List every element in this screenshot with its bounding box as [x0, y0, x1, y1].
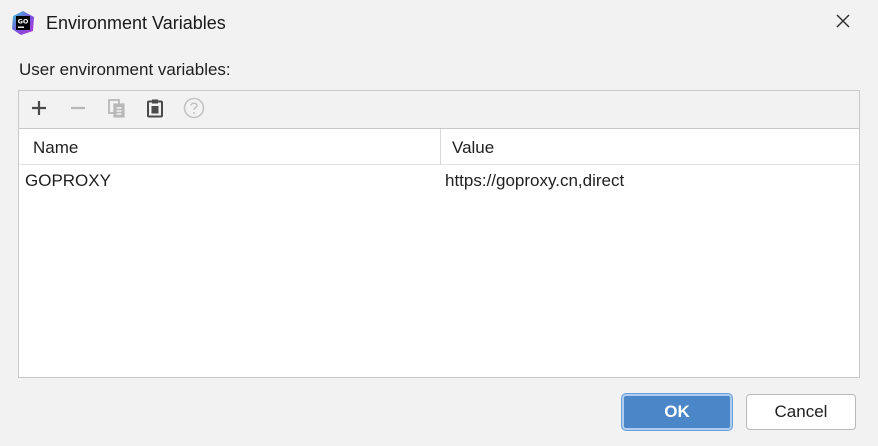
table-header: Name Value	[19, 129, 859, 165]
help-button[interactable]	[182, 97, 206, 124]
column-header-value[interactable]: Value	[452, 138, 494, 158]
column-header-name[interactable]: Name	[33, 138, 78, 158]
column-divider[interactable]	[440, 129, 441, 165]
remove-button[interactable]	[66, 98, 90, 122]
copy-button[interactable]	[105, 98, 129, 122]
cell-variable-value[interactable]: https://goproxy.cn,direct	[445, 171, 624, 191]
goland-app-icon: GO	[11, 11, 35, 35]
add-button[interactable]	[27, 98, 51, 122]
table-row[interactable]: GOPROXY https://goproxy.cn,direct	[19, 165, 859, 199]
title-bar: GO Environment Variables	[0, 0, 878, 46]
app-icon-text: GO	[18, 18, 29, 26]
close-icon	[835, 13, 851, 34]
section-label: User environment variables:	[19, 60, 231, 79]
plus-icon	[30, 99, 48, 122]
copy-icon	[107, 98, 127, 123]
close-button[interactable]	[826, 6, 860, 40]
cell-variable-name[interactable]: GOPROXY	[25, 171, 111, 191]
paste-icon	[145, 98, 165, 123]
environment-variables-dialog: GO Environment Variables User environmen…	[0, 0, 878, 446]
table-toolbar	[19, 91, 859, 129]
env-vars-panel: Name Value GOPROXY https://goproxy.cn,di…	[18, 90, 860, 378]
ok-button[interactable]: OK	[622, 394, 732, 430]
cancel-button[interactable]: Cancel	[746, 394, 856, 430]
paste-button[interactable]	[143, 98, 167, 122]
minus-icon	[69, 99, 87, 122]
window-title: Environment Variables	[46, 13, 226, 33]
help-icon	[183, 97, 205, 124]
